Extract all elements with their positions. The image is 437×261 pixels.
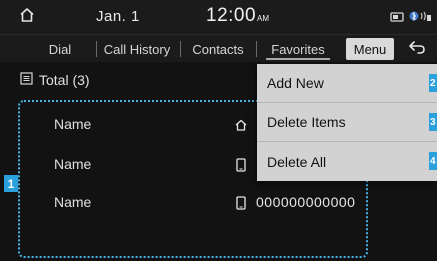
status-clock: 12:00AM xyxy=(206,5,269,27)
menu-item-label: Delete Items xyxy=(267,114,346,130)
media-icon xyxy=(390,10,404,28)
total-label: Total (3) xyxy=(39,72,90,88)
menu-item-badge: 3 xyxy=(429,113,437,131)
status-date: Jan. 1 xyxy=(96,8,140,25)
tab-favorites[interactable]: Favorites xyxy=(256,35,340,63)
status-bar: Jan. 1 12:00AM xyxy=(0,0,437,34)
tab-selected-underline xyxy=(266,58,330,60)
menu-item-badge: 4 xyxy=(429,152,437,170)
menu-item-label: Add New xyxy=(267,75,324,91)
menu-item-delete-items[interactable]: Delete Items 3 xyxy=(257,103,437,142)
home-icon xyxy=(18,6,36,29)
home-button[interactable] xyxy=(14,4,40,30)
menu-button[interactable]: Menu xyxy=(346,38,394,60)
list-icon xyxy=(20,72,33,88)
tab-favorites-label: Favorites xyxy=(271,41,325,57)
clock-ampm: AM xyxy=(257,14,270,23)
total-count: Total (3) xyxy=(20,72,90,88)
menu-item-add-new[interactable]: Add New 2 xyxy=(257,64,437,103)
dropdown-menu: Add New 2 Delete Items 3 Delete All 4 xyxy=(257,64,437,181)
menu-item-delete-all[interactable]: Delete All 4 xyxy=(257,142,437,181)
back-arrow-icon xyxy=(407,39,427,60)
bluetooth-phone-icon xyxy=(409,9,431,28)
tab-call-history[interactable]: Call History xyxy=(96,35,178,63)
status-icons xyxy=(390,9,431,28)
back-button[interactable] xyxy=(404,38,430,60)
tab-dial[interactable]: Dial xyxy=(30,35,90,63)
tab-bar: Dial Call History Contacts Favorites Men… xyxy=(0,34,437,62)
menu-item-badge: 2 xyxy=(429,74,437,92)
clock-time: 12:00 xyxy=(206,5,257,26)
tab-contacts[interactable]: Contacts xyxy=(180,35,256,63)
callout-badge: 1 xyxy=(4,175,18,192)
phone-screen: Jan. 1 12:00AM Dial Call History Contact… xyxy=(0,0,437,261)
menu-item-label: Delete All xyxy=(267,153,327,170)
